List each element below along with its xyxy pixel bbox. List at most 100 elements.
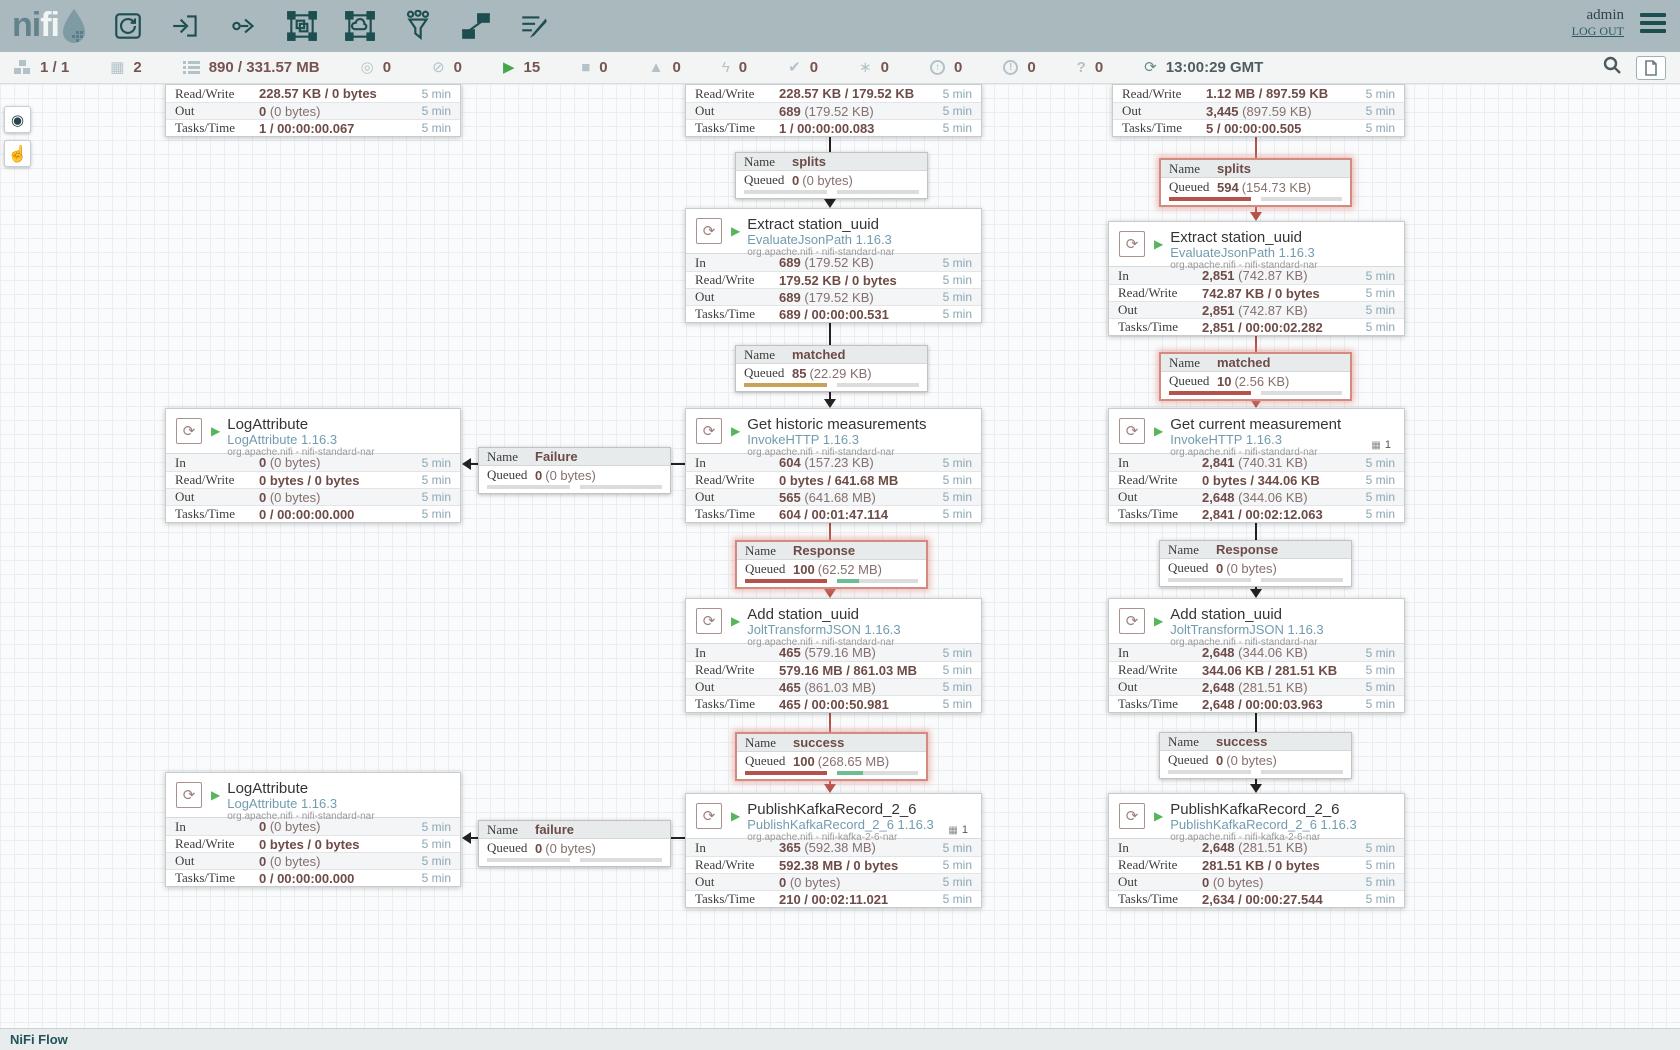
- connection-label[interactable]: Name matched Queued 85 (22.29 KB): [735, 345, 928, 392]
- processor-bundle: org.apache.nifi - nifi-standard-nar: [1170, 637, 1323, 649]
- processor[interactable]: Read/Write 1.12 MB / 897.59 KB 5 min Out…: [1112, 84, 1405, 137]
- processor-header: ⟳ ▶ PublishKafkaRecord_2_6 PublishKafkaR…: [1109, 794, 1404, 838]
- input-port-icon[interactable]: [166, 6, 206, 46]
- stat-row: Out 0 (0 bytes) 5 min: [686, 873, 981, 890]
- processor[interactable]: ⟳ ▶ Extract station_uuid EvaluateJsonPat…: [1108, 221, 1405, 336]
- processor[interactable]: ⟳ ▶ Extract station_uuid EvaluateJsonPat…: [685, 208, 982, 323]
- processor-stats: In 465 (579.16 MB) 5 min Read/Write 579.…: [686, 643, 981, 712]
- stat-window: 5 min: [930, 307, 972, 321]
- processor-bundle: org.apache.nifi - nifi-kafka-2-6-nar: [747, 832, 933, 844]
- stat-row: Out 3,445 (897.59 KB) 5 min: [1113, 102, 1404, 119]
- processor[interactable]: ⟳ ▶ Get current measurement InvokeHTTP 1…: [1108, 408, 1405, 523]
- stat-label: Out: [695, 874, 779, 890]
- operate-palette-button[interactable]: ☝: [4, 140, 31, 167]
- processor-stats: Read/Write 1.12 MB / 897.59 KB 5 min Out…: [1113, 85, 1404, 136]
- process-group-icon[interactable]: [282, 6, 322, 46]
- stat-window: 5 min: [1353, 286, 1395, 300]
- queued-size: (62.52 MB): [818, 562, 882, 577]
- stat-window: 5 min: [409, 473, 451, 487]
- output-port-icon[interactable]: [224, 6, 264, 46]
- logout-link[interactable]: LOG OUT: [1572, 24, 1624, 39]
- stat-label: Tasks/Time: [695, 506, 779, 522]
- global-menu-icon[interactable]: [1640, 13, 1666, 37]
- stat-row: Tasks/Time 465 / 00:00:50.981 5 min: [686, 695, 981, 712]
- processor[interactable]: ⟳ ▶ Add station_uuid JoltTransformJSON 1…: [685, 598, 982, 713]
- processor[interactable]: ⟳ ▶ Get historic measurements InvokeHTTP…: [685, 408, 982, 523]
- running-indicator-icon: ▶: [731, 424, 740, 438]
- connection-name-key: Name: [745, 735, 793, 751]
- breadcrumb-bar: NiFi Flow: [0, 1028, 1680, 1050]
- refresh-icon[interactable]: ⟳: [1144, 60, 1157, 75]
- active-threads-status: ▦ 2: [110, 59, 142, 76]
- queue-threshold-bars: [479, 484, 670, 493]
- queue-threshold-bars: [1161, 390, 1350, 399]
- processor[interactable]: ⟳ ▶ LogAttribute LogAttribute 1.16.3 org…: [165, 772, 461, 887]
- connection-queued-row: Queued 0 (0 bytes): [1160, 559, 1351, 577]
- stat-value: 0 (0 bytes): [259, 490, 409, 505]
- processor[interactable]: ⟳ ▶ PublishKafkaRecord_2_6 PublishKafkaR…: [1108, 793, 1405, 908]
- connection-name-value: failure: [535, 822, 574, 837]
- queued-count: 0: [535, 841, 542, 856]
- processor-type: PublishKafkaRecord_2_6 1.16.3: [747, 818, 933, 832]
- connection-label[interactable]: Name failure Queued 0 (0 bytes): [478, 820, 671, 867]
- stat-value: 1 / 00:00:00.067: [259, 121, 409, 136]
- remote-process-group-icon[interactable]: [340, 6, 380, 46]
- processor-stamp-icon: ⟳: [1119, 418, 1145, 444]
- queue-size-bar: [1261, 391, 1343, 395]
- connection-label[interactable]: Name success Queued 100 (268.65 MB): [735, 732, 928, 781]
- status-history-button[interactable]: [1636, 56, 1666, 80]
- processor[interactable]: ⟳ ▶ PublishKafkaRecord_2_6 PublishKafkaR…: [685, 793, 982, 908]
- connection-name-row: Name failure: [479, 821, 670, 839]
- processor-icon[interactable]: [108, 6, 148, 46]
- processor[interactable]: Read/Write 228.57 KB / 179.52 KB 5 min O…: [685, 84, 982, 137]
- connection-label[interactable]: Name matched Queued 10 (2.56 KB): [1159, 352, 1352, 401]
- processor-name: Get current measurement: [1170, 416, 1341, 433]
- locally-modified-status: ∗ 0: [859, 59, 889, 76]
- connection-name-value: splits: [792, 154, 826, 169]
- connection-label[interactable]: Name success Queued 0 (0 bytes): [1159, 732, 1352, 779]
- stat-window: 5 min: [930, 841, 972, 855]
- stat-value: 5 / 00:00:00.505: [1206, 121, 1353, 136]
- processor[interactable]: ⟳ ▶ LogAttribute LogAttribute 1.16.3 org…: [165, 408, 461, 523]
- navigate-palette-button[interactable]: ◉: [4, 106, 31, 133]
- transmitting-icon: ◎: [361, 60, 374, 75]
- connection-arrow: [1250, 784, 1262, 793]
- stat-value: 0 bytes / 344.06 KB: [1202, 473, 1353, 488]
- connection-name-key: Name: [1168, 542, 1216, 558]
- stat-value: 689 / 00:00:00.531: [779, 307, 930, 322]
- label-icon[interactable]: [514, 6, 554, 46]
- stat-window: 5 min: [1353, 507, 1395, 521]
- connection-label[interactable]: Name splits Queued 594 (154.73 KB): [1159, 158, 1352, 207]
- processor-type: PublishKafkaRecord_2_6 1.16.3: [1170, 818, 1356, 832]
- queue-count-bar: [1168, 770, 1251, 774]
- processor-name: Get historic measurements: [747, 416, 926, 433]
- connection-label[interactable]: Name Failure Queued 0 (0 bytes): [478, 447, 671, 494]
- template-icon[interactable]: [456, 6, 496, 46]
- connection-arrow: [824, 399, 836, 408]
- refresh-status[interactable]: ⟳ 13:00:29 GMT: [1144, 59, 1263, 76]
- processor[interactable]: Read/Write 228.57 KB / 0 bytes 5 min Out…: [165, 84, 461, 137]
- stat-value: 2,634 / 00:00:27.544: [1202, 892, 1353, 907]
- funnel-icon[interactable]: [398, 6, 438, 46]
- queued-size: (0 bytes): [545, 841, 596, 856]
- connection-label[interactable]: Name splits Queued 0 (0 bytes): [735, 152, 928, 199]
- processor-name: Extract station_uuid: [747, 216, 894, 233]
- processor-header: ⟳ ▶ PublishKafkaRecord_2_6 PublishKafkaR…: [686, 794, 981, 838]
- flow-canvas[interactable]: Read/Write 228.57 KB / 0 bytes 5 min Out…: [0, 0, 1680, 1050]
- queued-count: 0: [1216, 561, 1223, 576]
- queued-size: (268.65 MB): [818, 754, 890, 769]
- search-icon[interactable]: [1602, 55, 1622, 80]
- connection-name-key: Name: [1168, 734, 1216, 750]
- connection-label[interactable]: Name Response Queued 100 (62.52 MB): [735, 540, 928, 589]
- stat-value: 0 bytes / 0 bytes: [259, 837, 409, 852]
- stat-window: 5 min: [1353, 663, 1395, 677]
- stat-value: 0 bytes / 0 bytes: [259, 473, 409, 488]
- queue-count-bar: [1168, 578, 1251, 582]
- connection-queued-row: Queued 85 (22.29 KB): [736, 364, 927, 382]
- breadcrumb[interactable]: NiFi Flow: [10, 1032, 68, 1047]
- connection-name-value: success: [1216, 734, 1267, 749]
- stat-label: Tasks/Time: [695, 306, 779, 322]
- locally-modified-stale-icon: !: [1003, 60, 1018, 75]
- connection-label[interactable]: Name Response Queued 0 (0 bytes): [1159, 540, 1352, 587]
- processor[interactable]: ⟳ ▶ Add station_uuid JoltTransformJSON 1…: [1108, 598, 1405, 713]
